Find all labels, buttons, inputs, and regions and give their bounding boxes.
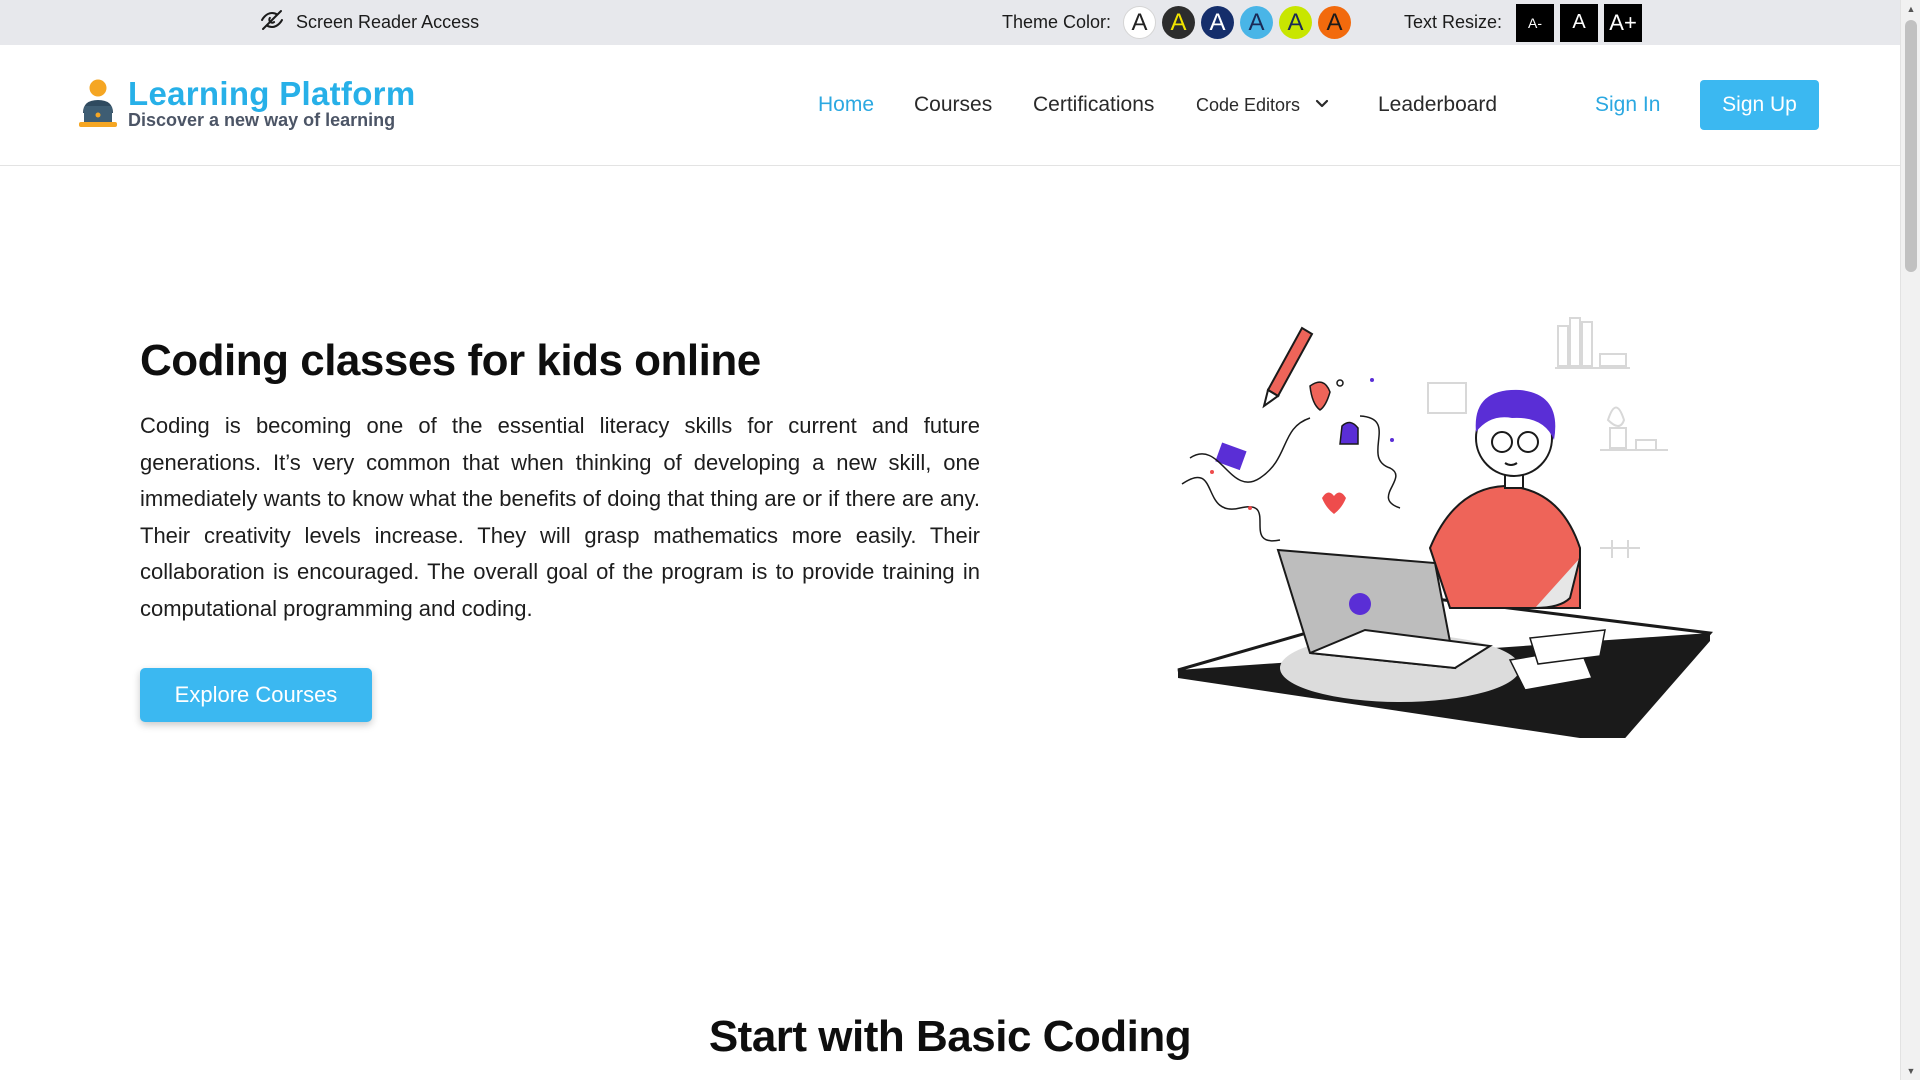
theme-swatch-white[interactable]: A (1123, 6, 1157, 39)
text-resize-controls: Text Resize: A- A A+ (1404, 0, 1643, 45)
nav-home[interactable]: Home (818, 93, 874, 117)
theme-swatch-orange[interactable]: A (1318, 6, 1352, 39)
sign-in-link[interactable]: Sign In (1595, 93, 1660, 117)
main-nav: Home Courses Certifications Code Editors… (0, 45, 1900, 166)
chevron-down-icon (1314, 95, 1330, 116)
theme-color-label: Theme Color: (1002, 12, 1112, 32)
nav-courses[interactable]: Courses (914, 93, 992, 117)
scroll-down-arrow-icon[interactable]: ▼ (1901, 1062, 1920, 1080)
theme-swatch-sky-blue[interactable]: A (1240, 6, 1274, 39)
screen-reader-access-link[interactable]: Screen Reader Access (260, 0, 479, 45)
accessibility-bar: Screen Reader Access Theme Color: A A A … (0, 0, 1900, 45)
nav-code-editors-label: Code Editors (1196, 95, 1301, 115)
text-resize-label: Text Resize: (1404, 12, 1503, 32)
eye-slash-icon (260, 8, 284, 37)
scrollbar-thumb[interactable] (1905, 20, 1917, 272)
page-scrollbar[interactable]: ▲ ▼ (1900, 0, 1920, 1080)
theme-color-picker: Theme Color: A A A A A A (1002, 0, 1352, 45)
section-title-basic-coding: Start with Basic Coding (708, 1012, 1192, 1061)
explore-courses-button[interactable]: Explore Courses (140, 668, 372, 722)
hero-title: Coding classes for kids online (140, 336, 761, 385)
text-reset-button[interactable]: A (1560, 3, 1599, 42)
scroll-up-arrow-icon[interactable]: ▲ (1901, 0, 1920, 18)
text-decrease-button[interactable]: A- (1516, 3, 1555, 42)
kid-coding-illustration (1160, 308, 1720, 744)
theme-swatch-navy[interactable]: A (1201, 6, 1235, 39)
nav-leaderboard[interactable]: Leaderboard (1378, 93, 1497, 117)
sign-up-button[interactable]: Sign Up (1700, 80, 1819, 130)
screen-reader-access-label: Screen Reader Access (296, 12, 480, 32)
nav-code-editors-dropdown[interactable]: Code Editors (1196, 95, 1330, 116)
text-increase-button[interactable]: A+ (1604, 3, 1643, 42)
site-header: Learning Platform Discover a new way of … (0, 45, 1900, 166)
theme-swatch-dark-yellow[interactable]: A (1162, 6, 1196, 39)
theme-swatch-lime[interactable]: A (1279, 6, 1313, 39)
nav-certifications[interactable]: Certifications (1033, 93, 1154, 117)
hero-description: Coding is becoming one of the essential … (140, 413, 980, 621)
